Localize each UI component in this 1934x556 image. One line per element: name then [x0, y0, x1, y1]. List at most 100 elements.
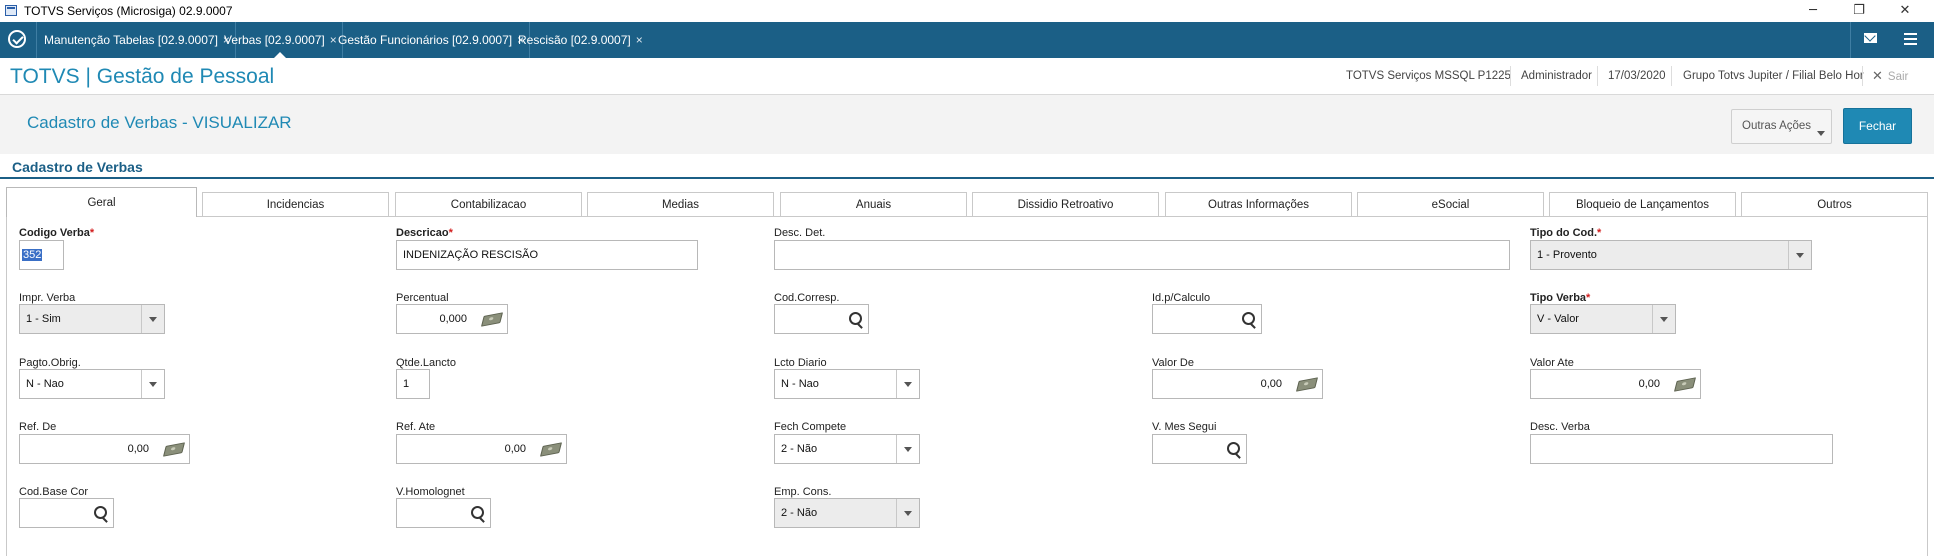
chevron-down-icon[interactable]	[1788, 241, 1811, 269]
folder-tab-contabilizacao[interactable]: Contabilizacao	[395, 192, 582, 216]
desc-det-input[interactable]	[774, 240, 1510, 270]
valor-ate-input[interactable]: 0,00	[1530, 369, 1701, 399]
chevron-down-icon[interactable]	[1652, 305, 1675, 333]
other-actions-button[interactable]: Outras Ações	[1731, 109, 1832, 144]
calculator-icon[interactable]	[1673, 377, 1697, 392]
v-mes-segui-input[interactable]	[1152, 434, 1247, 464]
tab-label: Rescisão [02.9.0007]	[518, 33, 631, 47]
tab-gestao-funcionarios[interactable]: Gestão Funcionários [02.9.0007] ×	[338, 22, 531, 58]
v-homolognet-input[interactable]	[396, 498, 491, 528]
minimize-button[interactable]: ─	[1790, 0, 1836, 22]
folder-tab-geral[interactable]: Geral	[6, 187, 197, 217]
calculator-icon[interactable]	[539, 442, 563, 457]
valor-ate-label: Valor Ate	[1530, 357, 1574, 369]
chevron-down-icon[interactable]	[896, 499, 919, 527]
qtde-lancto-input[interactable]: 1	[396, 369, 430, 399]
id-calculo-input[interactable]	[1152, 304, 1262, 334]
calculator-icon[interactable]	[162, 442, 186, 457]
divider	[1671, 66, 1672, 86]
valor-de-input[interactable]: 0,00	[1152, 369, 1323, 399]
divider	[1510, 66, 1511, 86]
close-button[interactable]: Fechar	[1843, 108, 1912, 144]
folder-tab-dissidio-retroativo[interactable]: Dissidio Retroativo	[972, 192, 1159, 216]
chevron-down-icon[interactable]	[141, 305, 164, 333]
close-window-button[interactable]: ✕	[1882, 0, 1928, 22]
ref-de-input[interactable]: 0,00	[19, 434, 190, 464]
search-icon[interactable]	[849, 312, 862, 325]
tab-close-icon[interactable]: ×	[636, 33, 643, 47]
section-divider	[0, 177, 1934, 179]
tab-rescisao[interactable]: Rescisão [02.9.0007] ×	[518, 22, 643, 58]
tab-manutencao-tabelas[interactable]: Manutenção Tabelas [02.9.0007] ×	[44, 22, 236, 58]
folder-tab-medias[interactable]: Medias	[587, 192, 774, 216]
emp-cons-label: Emp. Cons.	[774, 486, 832, 498]
search-icon[interactable]	[1227, 442, 1240, 455]
menu-icon[interactable]	[1904, 33, 1917, 48]
page-heading: Cadastro de Verbas - VISUALIZAR Outras A…	[0, 95, 1934, 154]
descricao-input[interactable]: INDENIZAÇÃO RESCISÃO	[396, 240, 698, 270]
date-label: 17/03/2020	[1608, 70, 1666, 82]
branch-label: Grupo Totvs Jupiter / Filial Belo Hor	[1683, 70, 1864, 82]
fech-compete-select[interactable]: 2 - Não	[774, 434, 920, 464]
divider	[36, 22, 37, 58]
tipo-cod-value: 1 - Provento	[1537, 249, 1597, 261]
cod-corresp-label: Cod.Corresp.	[774, 292, 840, 304]
fech-compete-label: Fech Compete	[774, 421, 847, 433]
v-mes-segui-label: V. Mes Segui	[1152, 421, 1217, 433]
tab-label: Manutenção Tabelas [02.9.0007]	[44, 33, 218, 47]
window-title-bar: TOTVS Serviços (Microsiga) 02.9.0007 ─ ❐…	[0, 0, 1934, 23]
folder-tab-anuais[interactable]: Anuais	[780, 192, 967, 216]
home-icon[interactable]	[8, 30, 26, 48]
folder-tab-outros[interactable]: Outros	[1741, 192, 1928, 216]
tab-verbas[interactable]: Verbas [02.9.0007] ×	[224, 22, 343, 58]
codigo-verba-label: Codigo Verba	[19, 227, 94, 239]
lcto-diario-value: N - Nao	[781, 378, 819, 390]
chevron-down-icon[interactable]	[141, 370, 164, 398]
emp-cons-select[interactable]: 2 - Não	[774, 498, 920, 528]
mail-icon[interactable]	[1864, 33, 1877, 43]
chevron-down-icon[interactable]	[896, 370, 919, 398]
tipo-cod-select[interactable]: 1 - Provento	[1530, 240, 1812, 270]
ref-de-label: Ref. De	[19, 421, 57, 433]
lcto-diario-select[interactable]: N - Nao	[774, 369, 920, 399]
tipo-verba-value: V - Valor	[1537, 313, 1579, 325]
search-icon[interactable]	[94, 506, 107, 519]
tab-label: Verbas [02.9.0007]	[224, 33, 325, 47]
folder-tab-incidencias[interactable]: Incidencias	[202, 192, 389, 216]
tipo-verba-select[interactable]: V - Valor	[1530, 304, 1676, 334]
environment-label: TOTVS Serviços MSSQL P1225	[1346, 70, 1511, 82]
fech-compete-value: 2 - Não	[781, 443, 818, 455]
close-icon: ✕	[1872, 68, 1883, 83]
calculator-icon[interactable]	[480, 312, 504, 327]
chevron-down-icon[interactable]	[896, 435, 919, 463]
app-icon	[5, 5, 17, 16]
page-title: Cadastro de Verbas - VISUALIZAR	[27, 113, 292, 132]
search-icon[interactable]	[1242, 312, 1255, 325]
app-header: TOTVS | Gestão de Pessoal TOTVS Serviços…	[0, 58, 1934, 95]
id-calculo-label: Id.p/Calculo	[1152, 292, 1211, 304]
folder-tab-outras-informacoes[interactable]: Outras Informações	[1165, 192, 1352, 216]
desc-det-label: Desc. Det.	[774, 227, 826, 239]
impr-verba-select[interactable]: 1 - Sim	[19, 304, 165, 334]
percentual-input[interactable]: 0,000	[396, 304, 508, 334]
maximize-button[interactable]: ❐	[1836, 0, 1882, 22]
divider	[1850, 22, 1851, 58]
folder-tab-bloqueio-lancamentos[interactable]: Bloqueio de Lançamentos	[1549, 192, 1736, 216]
v-homolognet-label: V.Homolognet	[396, 486, 465, 498]
calculator-icon[interactable]	[1295, 377, 1319, 392]
pagto-obrig-label: Pagto.Obrig.	[19, 357, 81, 369]
tab-close-icon[interactable]: ×	[330, 33, 337, 47]
search-icon[interactable]	[471, 506, 484, 519]
pagto-obrig-select[interactable]: N - Nao	[19, 369, 165, 399]
pagto-obrig-value: N - Nao	[26, 378, 64, 390]
cod-base-cor-input[interactable]	[19, 498, 114, 528]
desc-verba-input[interactable]	[1530, 434, 1833, 464]
cod-corresp-input[interactable]	[774, 304, 869, 334]
ref-ate-input[interactable]: 0,00	[396, 434, 567, 464]
divider	[1862, 66, 1863, 86]
window-title: TOTVS Serviços (Microsiga) 02.9.0007	[24, 4, 233, 18]
codigo-verba-input[interactable]: 352	[19, 240, 64, 270]
codigo-verba-value: 352	[22, 249, 43, 261]
exit-button[interactable]: ✕ Sair	[1872, 58, 1908, 94]
folder-tab-esocial[interactable]: eSocial	[1357, 192, 1544, 216]
